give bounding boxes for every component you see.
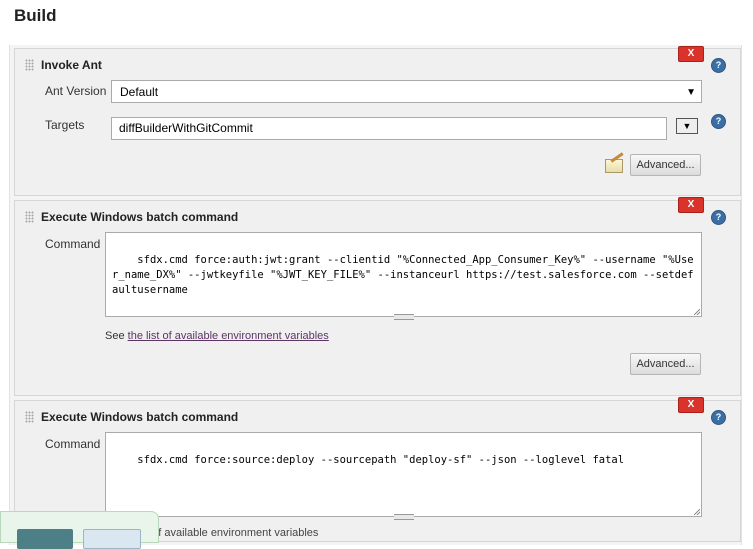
env-vars-link[interactable]: the list of available environment variab… <box>128 330 329 342</box>
resize-corner-icon[interactable] <box>694 309 700 315</box>
drag-handle-icon[interactable] <box>25 411 34 423</box>
advanced-button[interactable]: Advanced... <box>630 154 701 176</box>
step-title: Execute Windows batch command <box>41 410 239 424</box>
see-prefix: See <box>105 330 125 342</box>
chevron-down-icon: ▼ <box>686 87 696 98</box>
delete-step-button[interactable]: X <box>678 46 704 62</box>
help-icon[interactable]: ? <box>711 114 726 129</box>
ant-version-select[interactable]: Default ▼ <box>111 80 702 103</box>
command-textarea[interactable]: sfdx.cmd force:auth:jwt:grant --clientid… <box>105 232 702 320</box>
resize-handle[interactable] <box>393 314 414 320</box>
batch-command-step-1: Execute Windows batch command X ? Comman… <box>14 197 741 396</box>
help-icon[interactable]: ? <box>711 410 726 425</box>
bottom-action-bar <box>0 511 159 549</box>
step-title: Execute Windows batch command <box>41 210 239 224</box>
apply-button[interactable] <box>83 529 141 549</box>
help-icon[interactable]: ? <box>711 210 726 225</box>
command-label: Command <box>45 237 101 251</box>
command-text: sfdx.cmd force:auth:jwt:grant --clientid… <box>112 254 694 296</box>
advanced-button[interactable]: Advanced... <box>630 353 701 375</box>
delete-step-button[interactable]: X <box>678 397 704 413</box>
targets-input[interactable]: diffBuilderWithGitCommit <box>111 117 667 140</box>
help-icon[interactable]: ? <box>711 58 726 73</box>
command-textarea[interactable]: sfdx.cmd force:source:deploy --sourcepat… <box>105 432 702 520</box>
command-label: Command <box>45 437 101 451</box>
command-text: sfdx.cmd force:source:deploy --sourcepat… <box>137 454 625 466</box>
section-title: Build <box>14 6 57 25</box>
resize-handle[interactable] <box>393 514 414 520</box>
notepad-icon[interactable] <box>605 159 623 173</box>
env-vars-note: See the list of available environment va… <box>105 330 329 342</box>
save-button[interactable] <box>17 529 73 549</box>
ant-version-value: Default <box>120 85 159 99</box>
invoke-ant-step: Invoke Ant X ? Ant Version Default ▼ Tar… <box>14 46 741 196</box>
env-vars-link-partial[interactable]: t of available environment variables <box>146 527 318 539</box>
ant-version-label: Ant Version <box>45 84 107 98</box>
delete-step-button[interactable]: X <box>678 197 704 213</box>
drag-handle-icon[interactable] <box>25 59 34 71</box>
drag-handle-icon[interactable] <box>25 211 34 223</box>
resize-corner-icon[interactable] <box>694 509 700 515</box>
expand-textbox-button[interactable]: ▼ <box>676 118 698 134</box>
targets-label: Targets <box>45 118 85 132</box>
step-title: Invoke Ant <box>41 58 102 72</box>
